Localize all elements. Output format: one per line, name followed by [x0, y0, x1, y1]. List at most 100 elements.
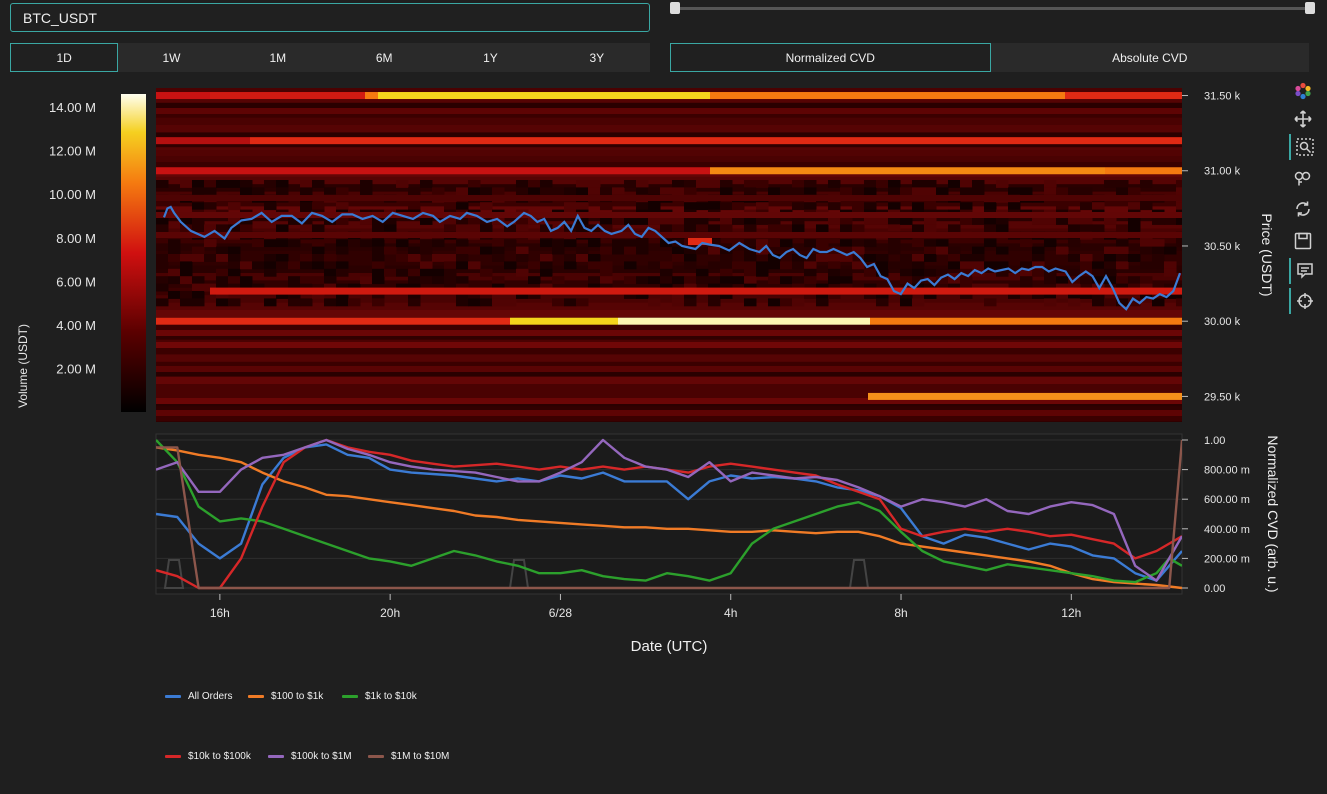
liquidity-band — [870, 317, 1182, 325]
heatmap-cell — [312, 224, 325, 233]
heatmap-cell — [960, 202, 973, 211]
chart-area[interactable]: 14.00 M 12.00 M 10.00 M 8.00 M 6.00 M 4.00 M 2… — [0, 0, 1327, 794]
heatmap-cell — [192, 298, 205, 307]
heatmap-band — [156, 118, 1182, 124]
heatmap-cell — [768, 187, 781, 196]
heatmap-cell — [840, 224, 853, 233]
hover-icon[interactable] — [1289, 258, 1319, 284]
heatmap-cell — [1056, 202, 1069, 211]
heatmap-cell — [780, 187, 793, 196]
heatmap-cell — [312, 202, 325, 211]
heatmap-cell — [252, 261, 265, 270]
heatmap-cell — [492, 239, 505, 248]
heatmap-cell — [276, 254, 289, 262]
heatmap-cell — [708, 246, 721, 255]
heatmap-cell — [756, 180, 769, 188]
save-icon[interactable] — [1289, 228, 1317, 254]
box-zoom-icon[interactable] — [1289, 134, 1319, 160]
heatmap-cell — [420, 217, 433, 225]
heatmap-band — [156, 366, 1182, 372]
heatmap-cell — [876, 180, 889, 188]
heatmap-band — [156, 108, 1182, 114]
heatmap-cell — [744, 276, 757, 285]
heatmap-cell — [444, 254, 457, 262]
heatmap-cell — [636, 246, 649, 255]
heatmap-cell — [672, 224, 685, 233]
price-tick-label: 29.50 k — [1204, 391, 1241, 403]
heatmap-cell — [1092, 298, 1105, 307]
heatmap-cell — [1152, 254, 1165, 262]
legend-item-1k-to-10k[interactable]: $1k to $10k — [342, 691, 417, 702]
heatmap-cell — [288, 298, 301, 307]
heatmap-cell — [228, 254, 241, 262]
heatmap-cell — [480, 268, 493, 277]
heatmap-cell — [240, 261, 253, 270]
heatmap-cell — [972, 246, 985, 255]
legend-label: All Orders — [188, 691, 233, 702]
heatmap-cell — [864, 187, 877, 196]
legend-swatch — [342, 695, 358, 698]
heatmap-row — [156, 384, 1182, 392]
heatmap-cell — [792, 217, 805, 225]
heatmap-cell — [984, 202, 997, 211]
heatmap-cell — [936, 187, 949, 196]
heatmap-cell — [468, 187, 481, 196]
heatmap-cell — [948, 246, 961, 255]
heatmap-cell — [708, 202, 721, 211]
heatmap-cell — [1164, 217, 1177, 225]
heatmap-cell — [1140, 180, 1153, 188]
heatmap-cell — [204, 180, 217, 188]
heatmap-cell — [636, 187, 649, 196]
legend-swatch — [368, 755, 384, 758]
heatmap-cell — [948, 261, 961, 270]
plotly-logo-icon[interactable] — [1289, 78, 1317, 104]
heatmap-cell — [792, 202, 805, 211]
heatmap-cell — [732, 202, 745, 211]
heatmap-row — [156, 376, 1182, 385]
legend-item-10k-to-100k[interactable]: $10k to $100k — [165, 751, 251, 762]
heatmap-cell — [900, 217, 913, 225]
legend-swatch — [248, 695, 264, 698]
heatmap-cell — [612, 246, 625, 255]
heatmap-cell — [720, 254, 733, 262]
heatmap-cell — [276, 239, 289, 248]
heatmap-cell — [468, 298, 481, 307]
heatmap-cell — [492, 254, 505, 262]
heatmap-row — [156, 125, 1182, 133]
heatmap-cell — [984, 239, 997, 248]
heatmap-cell — [360, 187, 373, 196]
heatmap-cell — [1104, 254, 1117, 262]
heatmap-cell — [300, 224, 313, 233]
heatmap-cell — [900, 268, 913, 277]
cvd-tick-label: 600.00 m — [1204, 494, 1250, 506]
colorbar-tick-label: 4.00 M — [56, 318, 96, 333]
heatmap-cell — [1104, 180, 1117, 188]
pan-icon[interactable] — [1289, 106, 1317, 132]
heatmap-cell — [408, 268, 421, 277]
heatmap-cell — [180, 261, 193, 270]
legend-item-all-orders[interactable]: All Orders — [165, 691, 232, 702]
heatmap-cell — [972, 217, 985, 225]
cvd-tick-label: 800.00 m — [1204, 465, 1250, 477]
heatmap-cell — [672, 298, 685, 307]
heatmap-cell — [168, 276, 181, 285]
legend-item-1m-to-10m[interactable]: $1M to $10M — [368, 751, 449, 762]
legend-item-100k-to-1m[interactable]: $100k to $1M — [268, 751, 352, 762]
heatmap-cell — [228, 180, 241, 188]
heatmap-cell — [420, 239, 433, 248]
heatmap-cell — [648, 261, 661, 270]
heatmap-cell — [900, 298, 913, 307]
crosshair-icon[interactable] — [1289, 288, 1319, 314]
heatmap-cell — [456, 239, 469, 248]
legend-item-100-to-1k[interactable]: $100 to $1k — [248, 691, 323, 702]
wheel-zoom-icon[interactable] — [1289, 166, 1317, 192]
heatmap-cell — [204, 187, 217, 196]
heatmap-cell — [1020, 239, 1033, 248]
heatmap-cell — [816, 254, 829, 262]
heatmap-cell — [252, 239, 265, 248]
reset-icon[interactable] — [1289, 196, 1317, 222]
heatmap — [156, 88, 1182, 422]
heatmap-cell — [660, 224, 673, 233]
heatmap-cell — [1116, 261, 1129, 270]
heatmap-cell — [744, 187, 757, 196]
